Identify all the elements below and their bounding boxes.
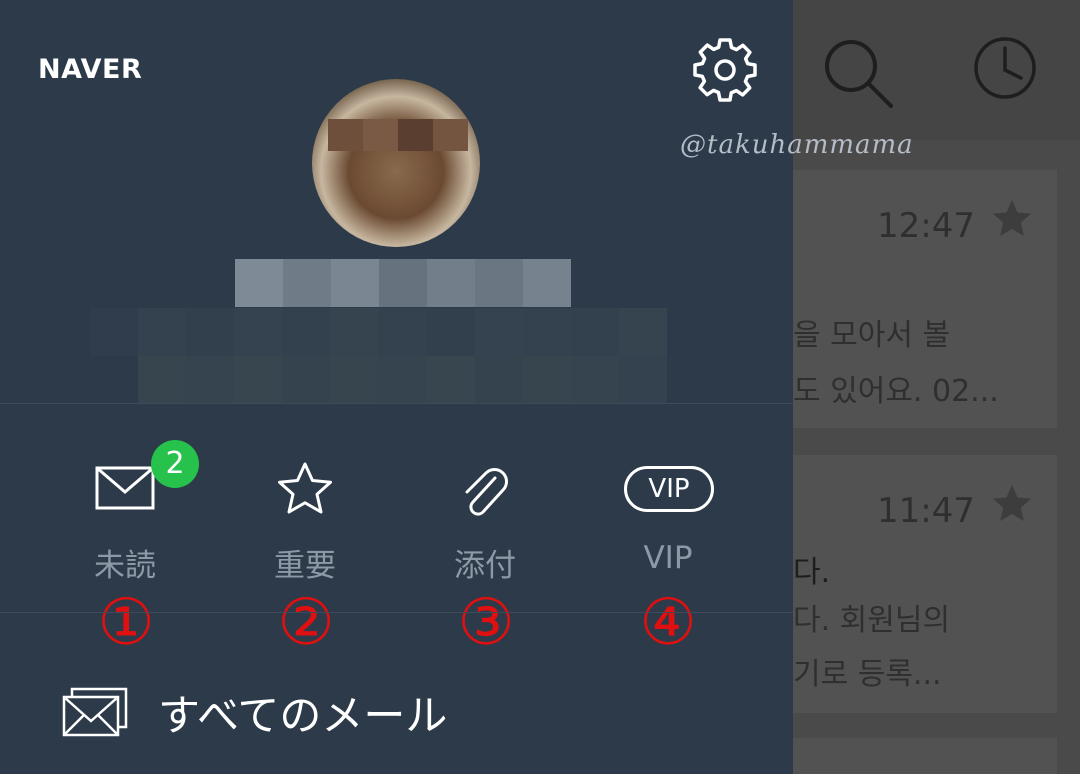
vip-icon-text: VIP — [648, 474, 690, 504]
mail-subject-line: 다. — [793, 555, 831, 590]
envelope-icon — [95, 466, 155, 510]
mail-time: 12:47 — [877, 206, 975, 246]
background-mail-list: 12:47 을 모아서 볼 도 있어요. 02... 11:47 다. 다. 회… — [793, 0, 1080, 774]
annotation-number: ④ — [639, 586, 697, 660]
filter-important[interactable]: 重要 — [215, 440, 395, 584]
filter-label: VIP — [643, 540, 693, 576]
mail-preview-line: 다. 회원님의 — [793, 603, 951, 638]
star-icon — [992, 484, 1032, 522]
background-mail-item: 11:47 다. 다. 회원님의 기로 등록... — [793, 455, 1057, 713]
filter-unread[interactable]: 2 未読 — [35, 440, 215, 584]
star-icon — [992, 199, 1032, 237]
avatar-mosaic — [328, 119, 468, 151]
all-mail-label: すべてのメール — [158, 690, 448, 740]
annotation-number: ③ — [457, 586, 515, 660]
all-mail-icon — [62, 687, 128, 737]
paperclip-icon — [465, 468, 508, 516]
mail-time: 11:47 — [877, 491, 975, 531]
avatar[interactable] — [312, 79, 480, 247]
unread-count-badge: 2 — [151, 440, 199, 488]
mail-preview-line: 도 있어요. 02... — [793, 374, 999, 409]
blurred-user-email — [90, 308, 667, 404]
naver-logo: NAVER — [38, 54, 143, 85]
vip-icon: VIP — [624, 466, 714, 512]
divider — [0, 403, 793, 404]
navigation-drawer: NAVER @takuhammama 2 未読 重要 添付 VIP VIP ① … — [0, 0, 913, 774]
annotation-number: ② — [277, 586, 335, 660]
divider — [0, 612, 793, 613]
filter-label: 未読 — [94, 548, 156, 584]
all-mail-item[interactable]: すべてのメール — [62, 680, 447, 744]
clock-icon — [974, 37, 1036, 99]
mail-preview-line: 을 모아서 볼 — [793, 318, 951, 353]
blurred-user-name — [235, 259, 571, 307]
background-mail-item — [793, 738, 1057, 774]
annotation-number: ① — [97, 586, 155, 660]
gear-icon[interactable] — [693, 38, 757, 102]
search-icon — [825, 40, 893, 108]
mail-preview-line: 기로 등록... — [793, 657, 942, 692]
star-icon — [278, 462, 332, 514]
filter-vip[interactable]: VIP VIP — [578, 440, 758, 580]
filter-label: 添付 — [454, 548, 516, 584]
watermark: @takuhammama — [680, 130, 914, 160]
background-mail-item: 12:47 을 모아서 볼 도 있어요. 02... — [793, 170, 1057, 428]
filter-label: 重要 — [274, 548, 336, 584]
filter-attachment[interactable]: 添付 — [395, 440, 575, 584]
